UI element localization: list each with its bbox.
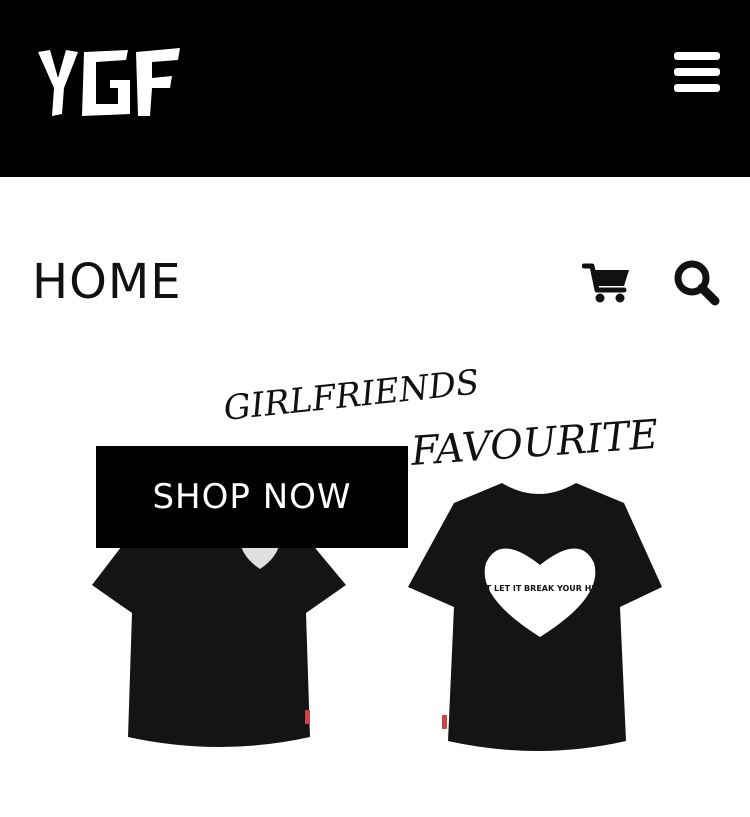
menu-bar-bottom (674, 84, 720, 92)
tshirt-back-image: DONT LET IT BREAK YOUR HEART (408, 483, 662, 751)
shirt-print-text: DONT LET IT BREAK YOUR HEART (466, 584, 615, 593)
artwork-text-girlfriends: GIRLFRIENDS (222, 365, 481, 429)
menu-bar-middle (674, 68, 720, 76)
hero-banner[interactable]: GIRLFRIENDS FAVOURITE DONT LET IT BREAK … (80, 362, 680, 765)
ygf-logo[interactable] (36, 44, 182, 118)
menu-bar-top (674, 52, 720, 60)
shopping-cart-icon[interactable] (582, 262, 632, 304)
page-title: HOME (32, 254, 182, 310)
shop-now-button[interactable]: SHOP NOW (96, 446, 408, 548)
hamburger-menu-icon[interactable] (674, 52, 720, 92)
search-icon[interactable] (672, 258, 720, 306)
top-navigation-bar (0, 0, 750, 177)
artwork-text-favourite: FAVOURITE (408, 412, 659, 475)
hero-image: GIRLFRIENDS FAVOURITE DONT LET IT BREAK … (92, 362, 662, 751)
